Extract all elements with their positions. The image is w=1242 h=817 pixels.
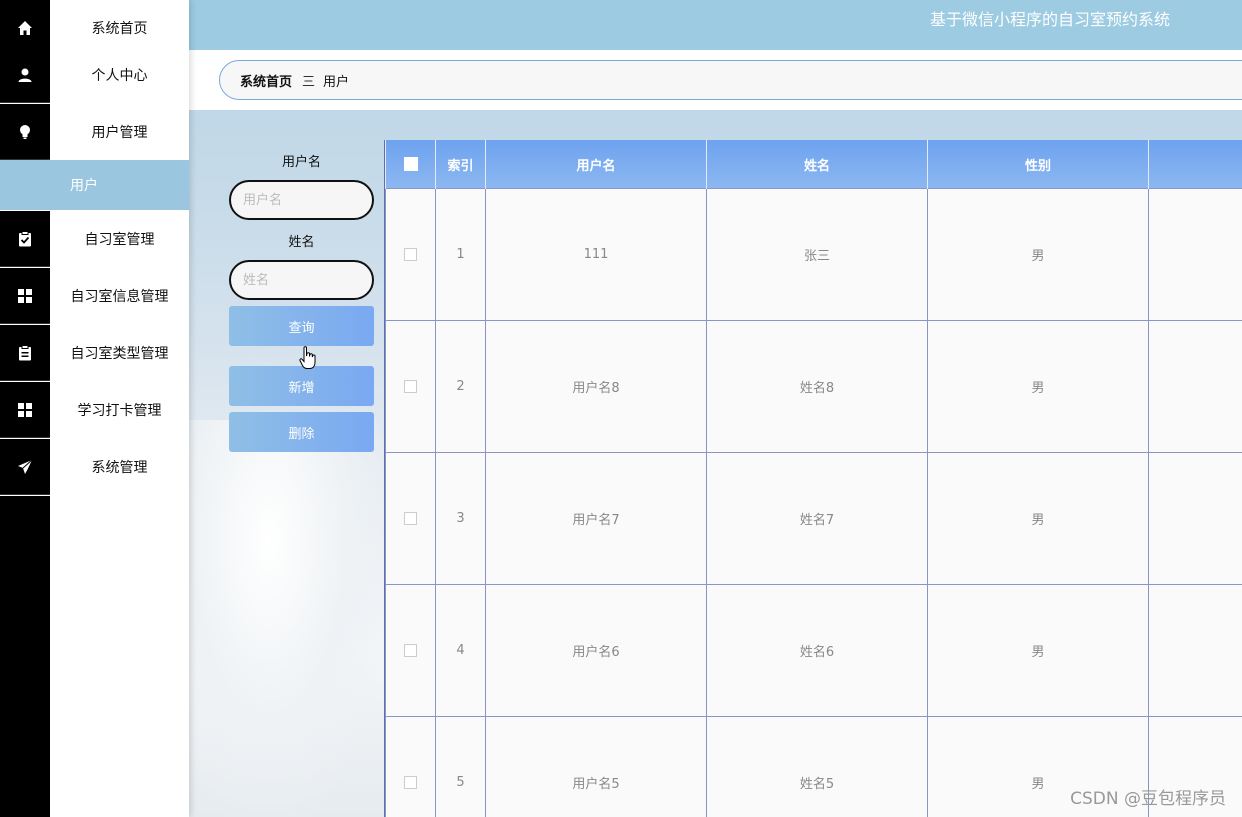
sidebar-subitem-user[interactable]: 用户 bbox=[0, 160, 189, 210]
sidebar-item-user-management[interactable]: 用户管理 bbox=[0, 104, 189, 160]
sidebar-icon-strip bbox=[0, 496, 50, 817]
table-row[interactable]: 4 用户名6 姓名6 男 1382 bbox=[385, 584, 1242, 717]
clipboard-check-icon bbox=[0, 211, 50, 267]
user-table: 索引 用户名 姓名 性别 手机 1 111 张三 男 1815 bbox=[384, 140, 1242, 817]
grid-icon bbox=[0, 268, 50, 324]
sidebar: 系统首页 个人中心 用户管理 用户 自习室管理 自习室信息管理 自习室类型管理 bbox=[0, 0, 189, 817]
cell-name: 姓名5 bbox=[706, 716, 928, 817]
cell-index: 3 bbox=[435, 452, 486, 585]
clipboard-icon bbox=[0, 325, 50, 381]
column-header-name: 姓名 bbox=[706, 140, 928, 189]
cell-username: 用户名5 bbox=[485, 716, 707, 817]
breadcrumb: 系统首页 三 用户 bbox=[219, 60, 1242, 100]
add-button[interactable]: 新增 bbox=[229, 366, 374, 406]
cell-gender: 男 bbox=[927, 320, 1149, 453]
delete-button[interactable]: 删除 bbox=[229, 412, 374, 452]
column-header-gender: 性别 bbox=[927, 140, 1149, 189]
sidebar-item-system[interactable]: 系统管理 bbox=[0, 439, 189, 495]
table-header-row: 索引 用户名 姓名 性别 手机 bbox=[385, 140, 1242, 189]
cell-phone: 1815 bbox=[1148, 188, 1242, 321]
sidebar-subitem-label: 用户 bbox=[70, 178, 98, 194]
name-input[interactable] bbox=[229, 260, 374, 300]
cell-phone: 1382 bbox=[1148, 320, 1242, 453]
main-content: 基于微信小程序的自习室预约系统 系统首页 三 用户 用户名 姓名 查询 新增 删… bbox=[189, 0, 1242, 817]
column-header-phone: 手机 bbox=[1148, 140, 1242, 189]
cell-username: 用户名8 bbox=[485, 320, 707, 453]
row-checkbox[interactable] bbox=[385, 320, 436, 453]
sidebar-item-label: 学习打卡管理 bbox=[77, 403, 162, 419]
cell-phone: 1382 bbox=[1148, 584, 1242, 717]
cell-name: 姓名6 bbox=[706, 584, 928, 717]
cell-username: 用户名7 bbox=[485, 452, 707, 585]
cell-gender: 男 bbox=[927, 584, 1149, 717]
sidebar-item-checkin[interactable]: 学习打卡管理 bbox=[0, 382, 189, 438]
table-row[interactable]: 3 用户名7 姓名7 男 1382 bbox=[385, 452, 1242, 585]
sidebar-item-label: 系统管理 bbox=[91, 460, 148, 476]
row-checkbox[interactable] bbox=[385, 188, 436, 321]
row-checkbox[interactable] bbox=[385, 584, 436, 717]
sidebar-item-label: 自习室管理 bbox=[84, 232, 155, 248]
table-row[interactable]: 2 用户名8 姓名8 男 1382 bbox=[385, 320, 1242, 453]
query-button[interactable]: 查询 bbox=[229, 306, 374, 346]
app-title: 基于微信小程序的自习室预约系统 bbox=[929, 10, 1170, 29]
cell-username: 用户名6 bbox=[485, 584, 707, 717]
breadcrumb-separator: 三 bbox=[302, 74, 316, 90]
lightbulb-icon bbox=[0, 104, 50, 160]
breadcrumb-home[interactable]: 系统首页 bbox=[240, 71, 292, 90]
grid-icon bbox=[0, 382, 50, 438]
sidebar-item-room-type[interactable]: 自习室类型管理 bbox=[0, 325, 189, 381]
sidebar-item-profile[interactable]: 个人中心 bbox=[0, 47, 189, 103]
row-checkbox[interactable] bbox=[385, 452, 436, 585]
cell-index: 1 bbox=[435, 188, 486, 321]
watermark: CSDN @豆包程序员 bbox=[1070, 789, 1226, 809]
sidebar-item-label: 用户管理 bbox=[91, 125, 148, 141]
cell-name: 张三 bbox=[706, 188, 928, 321]
breadcrumb-current: 用户 bbox=[323, 74, 350, 90]
sidebar-item-study-room[interactable]: 自习室管理 bbox=[0, 211, 189, 267]
header-bar: 基于微信小程序的自习室预约系统 bbox=[189, 0, 1242, 50]
hand-cursor-icon bbox=[299, 346, 316, 369]
username-label: 用户名 bbox=[281, 155, 321, 170]
cell-username: 111 bbox=[485, 188, 707, 321]
table-row[interactable]: 1 111 张三 男 1815 bbox=[385, 188, 1242, 321]
row-checkbox[interactable] bbox=[385, 716, 436, 817]
column-header-index: 索引 bbox=[435, 140, 486, 189]
sidebar-item-label: 自习室类型管理 bbox=[70, 346, 169, 362]
cell-index: 2 bbox=[435, 320, 486, 453]
sidebar-item-label: 个人中心 bbox=[91, 68, 148, 84]
cell-index: 4 bbox=[435, 584, 486, 717]
cell-name: 姓名7 bbox=[706, 452, 928, 585]
paper-plane-icon bbox=[0, 439, 50, 495]
cell-name: 姓名8 bbox=[706, 320, 928, 453]
select-all-checkbox[interactable] bbox=[385, 140, 436, 189]
cell-phone: 1382 bbox=[1148, 452, 1242, 585]
background-image bbox=[189, 420, 389, 817]
username-input[interactable] bbox=[229, 180, 374, 220]
cell-gender: 男 bbox=[927, 188, 1149, 321]
sidebar-item-room-info[interactable]: 自习室信息管理 bbox=[0, 268, 189, 324]
name-label: 姓名 bbox=[288, 235, 315, 250]
sidebar-item-label: 自习室信息管理 bbox=[70, 289, 169, 305]
column-header-username: 用户名 bbox=[485, 140, 707, 189]
user-icon bbox=[0, 47, 50, 103]
cell-index: 5 bbox=[435, 716, 486, 817]
cell-gender: 男 bbox=[927, 452, 1149, 585]
